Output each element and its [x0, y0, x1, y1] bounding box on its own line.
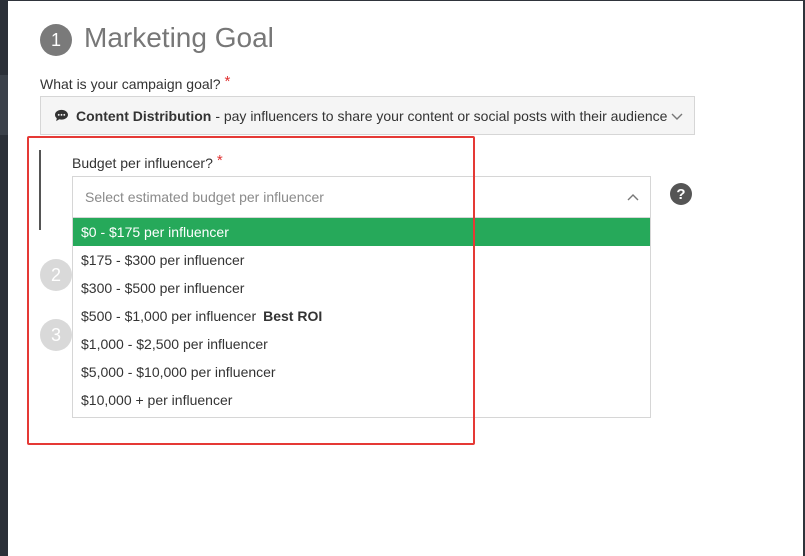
budget-option-label: $175 - $300 per influencer — [81, 252, 245, 268]
goal-selected-name: Content Distribution — [76, 107, 212, 124]
step-3-badge: 3 — [40, 319, 72, 351]
left-rail-segment — [0, 75, 8, 135]
top-border — [8, 0, 805, 1]
budget-select[interactable]: Select estimated budget per influencer — [72, 176, 651, 218]
left-rail — [0, 0, 8, 556]
step-1-badge: 1 — [40, 24, 72, 56]
budget-option-label: $0 - $175 per influencer — [81, 224, 229, 240]
goal-label: What is your campaign goal? * — [40, 73, 230, 92]
goal-selected-description: - pay influencers to share your content … — [215, 107, 668, 124]
budget-option[interactable]: $5,000 - $10,000 per influencer — [73, 358, 650, 386]
budget-option[interactable]: $1,000 - $2,500 per influencer — [73, 330, 650, 358]
budget-option[interactable]: $175 - $300 per influencer — [73, 246, 650, 274]
budget-dropdown-menu: $0 - $175 per influencer $175 - $300 per… — [72, 218, 651, 418]
goal-label-text: What is your campaign goal? — [40, 76, 221, 92]
budget-option-label: $5,000 - $10,000 per influencer — [81, 364, 276, 380]
help-icon[interactable]: ? — [670, 183, 692, 205]
chevron-up-icon[interactable] — [626, 191, 640, 205]
budget-option-label: $300 - $500 per influencer — [81, 280, 245, 296]
budget-label: Budget per influencer? * — [72, 152, 223, 171]
budget-option[interactable]: $300 - $500 per influencer — [73, 274, 650, 302]
best-roi-tag: Best ROI — [263, 308, 323, 324]
budget-select-placeholder: Select estimated budget per influencer — [85, 189, 324, 205]
campaign-goal-select[interactable]: Content Distribution - pay influencers t… — [40, 96, 695, 135]
budget-required-mark: * — [216, 152, 223, 169]
step-title: Marketing Goal — [84, 22, 274, 53]
goal-required-mark: * — [224, 73, 231, 90]
chevron-down-icon[interactable] — [670, 109, 684, 123]
section-indicator-bar — [39, 150, 41, 230]
budget-option[interactable]: $500 - $1,000 per influencer Best ROI — [73, 302, 650, 330]
step-2-badge: 2 — [40, 259, 72, 291]
chat-bubble-icon — [55, 109, 68, 122]
budget-option-label: $500 - $1,000 per influencer — [81, 308, 257, 324]
budget-option[interactable]: $10,000 + per influencer — [73, 386, 650, 414]
budget-option-label: $1,000 - $2,500 per influencer — [81, 336, 268, 352]
budget-option-label: $10,000 + per influencer — [81, 392, 233, 408]
budget-label-text: Budget per influencer? — [72, 155, 213, 171]
budget-option[interactable]: $0 - $175 per influencer — [73, 218, 650, 246]
